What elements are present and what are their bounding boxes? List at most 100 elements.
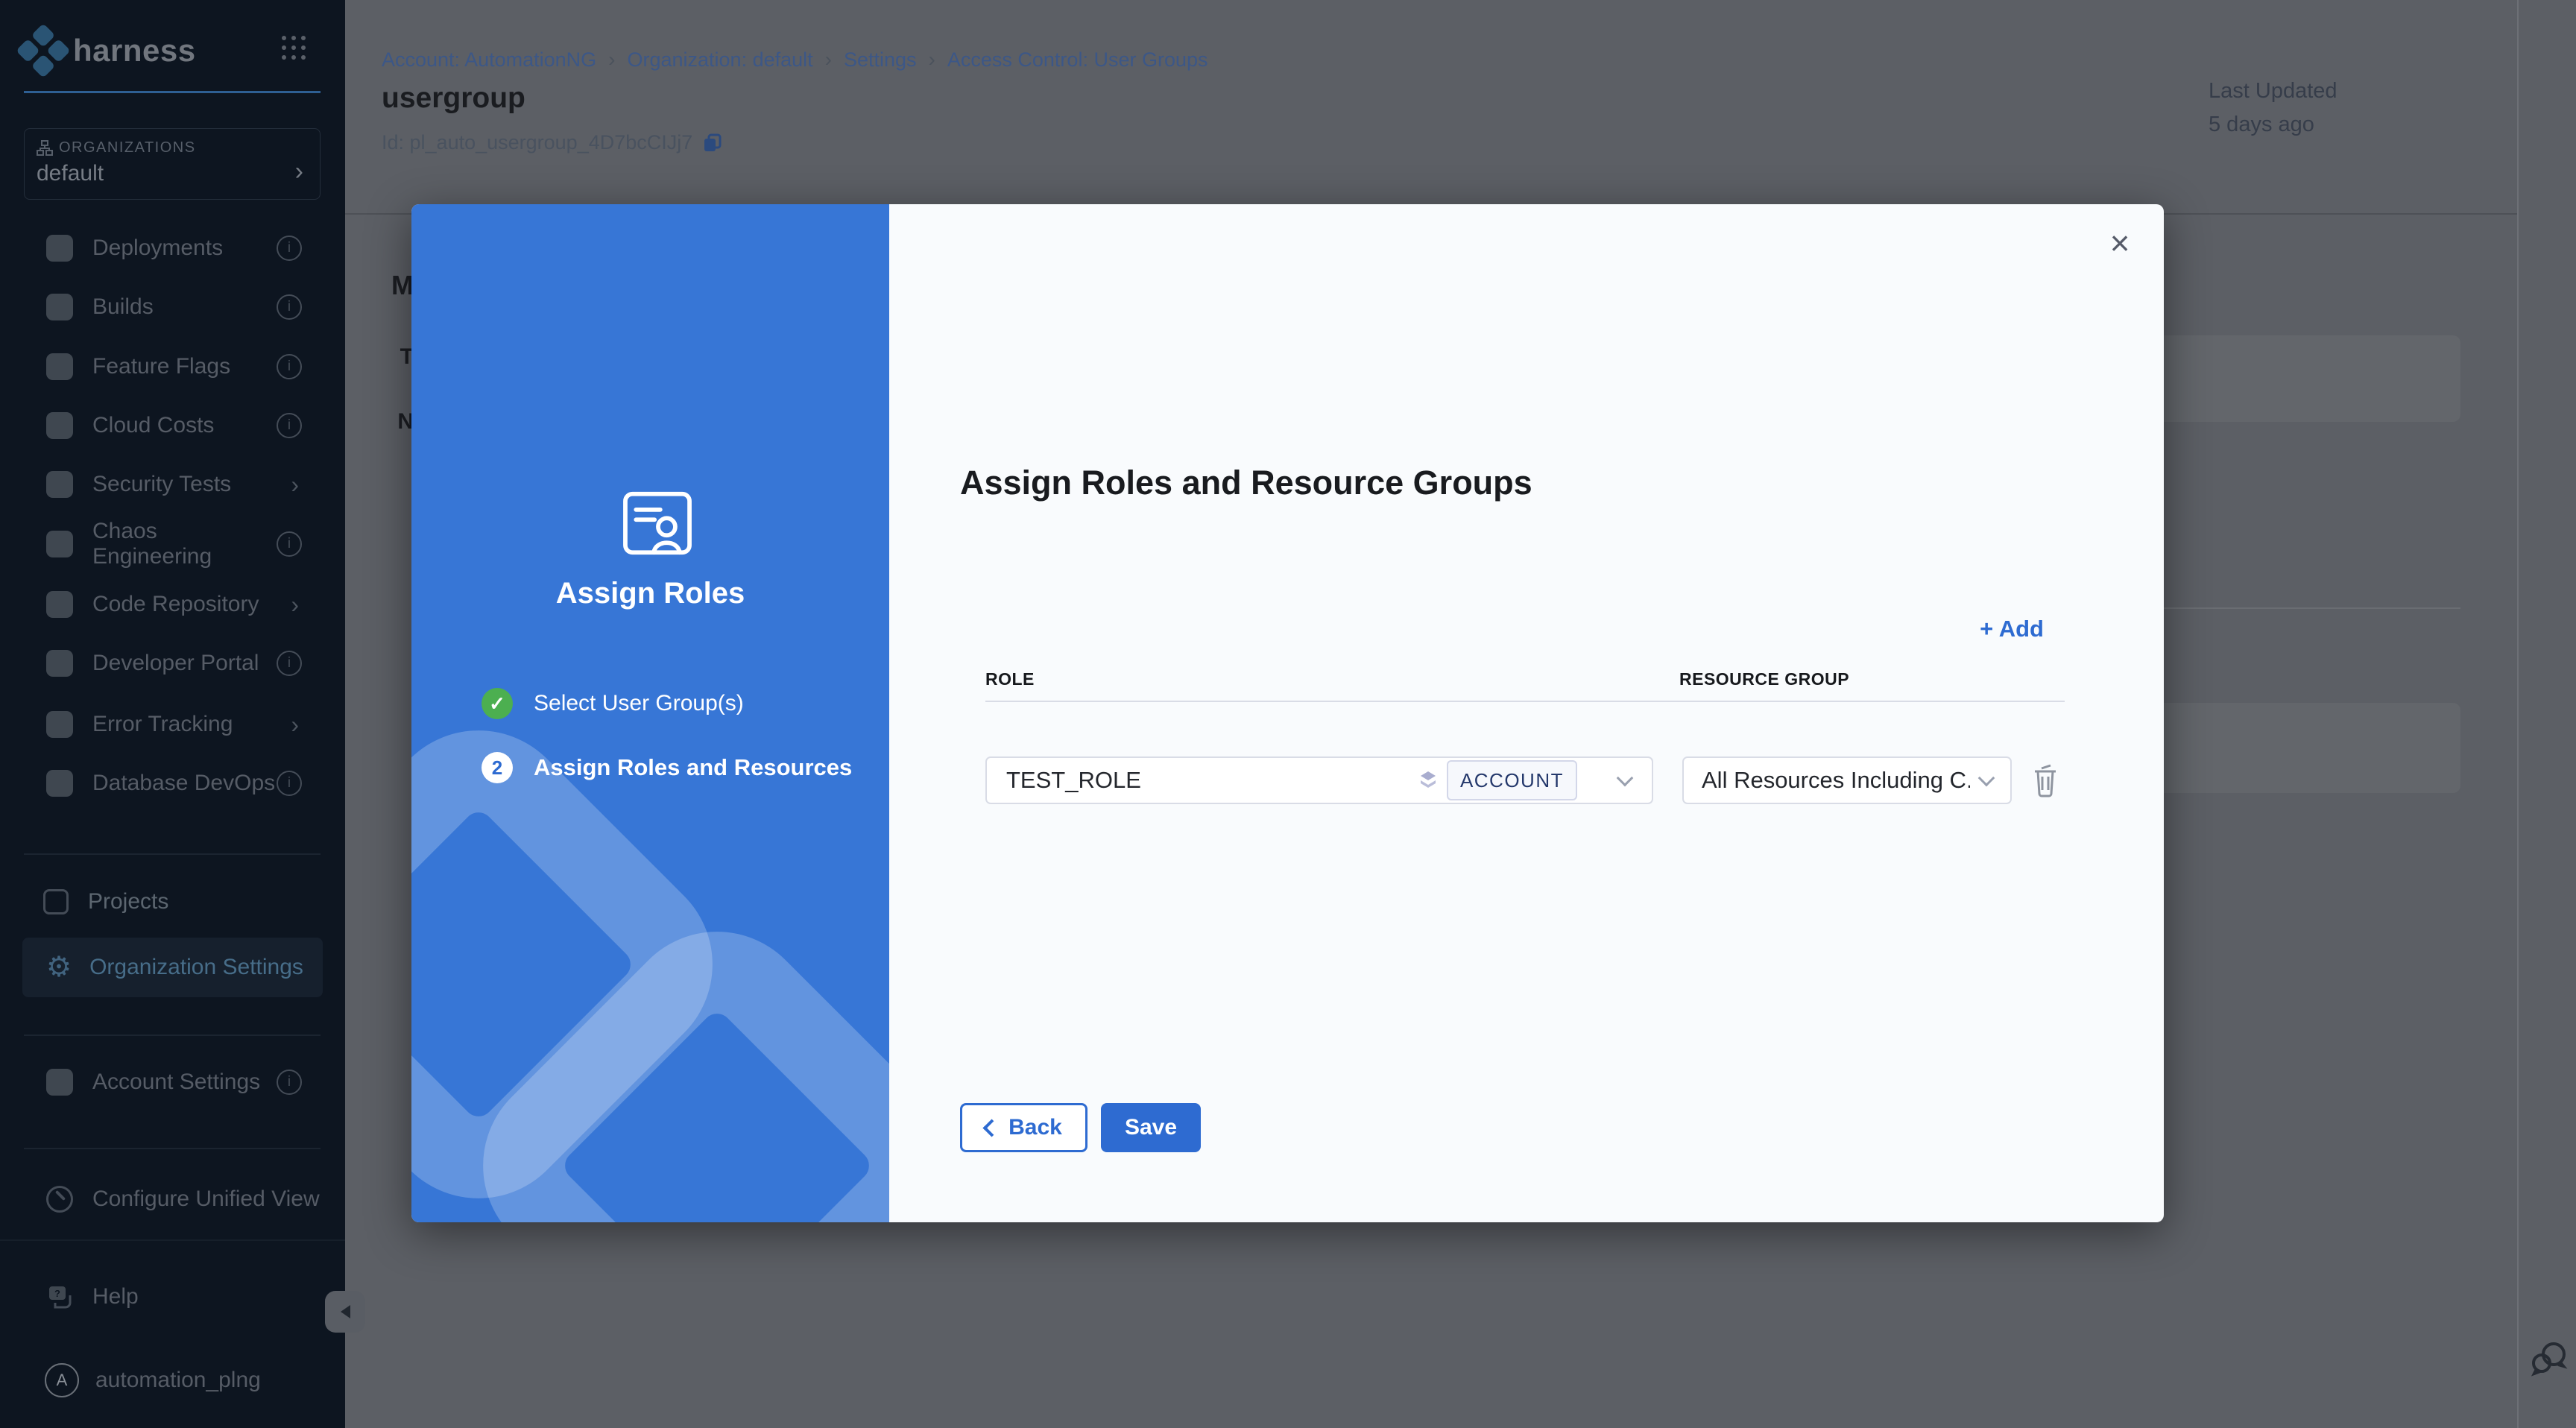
wizard-title: Assign Roles [411, 577, 889, 610]
save-button[interactable]: Save [1101, 1103, 1201, 1152]
cloud-costs-icon [46, 412, 73, 439]
sidebar-item-deployments[interactable]: Deploymentsi [0, 218, 345, 278]
info-icon[interactable]: i [277, 413, 302, 438]
svg-text:?: ? [54, 1288, 60, 1299]
copy-icon[interactable] [701, 132, 724, 154]
org-selector-label: ORGANIZATIONS [59, 139, 196, 157]
info-icon[interactable]: i [277, 651, 302, 676]
wizard-step-1[interactable]: ✓ Select User Group(s) [482, 688, 744, 719]
resource-group-value: All Resources Including C... [1702, 767, 1970, 794]
chevron-down-icon [1978, 770, 1995, 787]
info-icon[interactable]: i [277, 531, 302, 557]
projects-cube-icon [43, 889, 69, 914]
add-button[interactable]: + Add [1932, 616, 2044, 642]
sidebar-user[interactable]: A automation_plng [0, 1350, 345, 1410]
sidebar-item-code-repository[interactable]: Code Repository› [0, 575, 345, 634]
info-icon[interactable]: i [277, 1070, 302, 1095]
logo-underline [24, 91, 321, 93]
org-selector[interactable]: ORGANIZATIONS default › [24, 128, 321, 200]
builds-icon [46, 294, 73, 320]
harness-logo-icon [16, 23, 71, 78]
sidebar-item-account-settings[interactable]: Account Settings i [0, 1052, 345, 1112]
breadcrumb[interactable]: Account: AutomationNG › Organization: defa… [382, 48, 1208, 72]
info-icon[interactable]: i [277, 294, 302, 320]
username-label: automation_plng [95, 1368, 345, 1393]
wizard-panel: Assign Roles ✓ Select User Group(s) 2 As… [411, 204, 889, 1222]
page-id: Id: pl_auto_usergroup_4D7bcCIJj7 [382, 131, 724, 154]
feature-flags-icon [46, 353, 73, 380]
sidebar-item-label: Chaos Engineering [92, 519, 277, 569]
sidebar-item-builds[interactable]: Buildsi [0, 277, 345, 337]
breadcrumb-separator: › [608, 48, 615, 72]
hierarchy-icon [37, 140, 53, 157]
sidebar-collapse-handle[interactable] [325, 1291, 365, 1333]
sidebar-item-help[interactable]: ? Help [0, 1267, 345, 1327]
column-header-resource-group: RESOURCE GROUP [1679, 669, 1849, 689]
breadcrumb-separator: › [825, 48, 832, 72]
deployments-icon [46, 235, 73, 262]
sidebar-item-projects[interactable]: Projects [0, 872, 345, 932]
sidebar-item-error-tracking[interactable]: Error Tracking› [0, 695, 345, 754]
breadcrumb-link[interactable]: Access Control: User Groups [947, 48, 1208, 72]
sidebar-item-label: Projects [88, 889, 345, 914]
sidebar-item-feature-flags[interactable]: Feature Flagsi [0, 337, 345, 397]
sidebar-item-configure-unified-view[interactable]: Configure Unified View [0, 1169, 345, 1229]
sidebar-item-label: Account Settings [92, 1070, 277, 1095]
assign-roles-modal: Assign Roles ✓ Select User Group(s) 2 As… [411, 204, 2164, 1222]
breadcrumb-link[interactable]: Settings [844, 48, 917, 72]
gear-icon: ⚙ [46, 953, 72, 982]
info-icon[interactable]: i [277, 354, 302, 379]
arrow-left-icon [341, 1305, 350, 1318]
sidebar-item-developer-portal[interactable]: Developer Portali [0, 634, 345, 693]
step-number-badge: 2 [482, 752, 513, 783]
column-header-divider [985, 701, 2065, 702]
dimmed-text-fragment: M [375, 270, 414, 301]
app-grid-icon[interactable] [282, 36, 307, 61]
info-icon[interactable]: i [277, 771, 302, 796]
sidebar-item-cloud-costs[interactable]: Cloud Costsi [0, 396, 345, 455]
sidebar-item-chaos-engineering[interactable]: Chaos Engineeringi [0, 514, 345, 574]
dimmed-text-fragment: N [375, 409, 414, 435]
sidebar-item-security-tests[interactable]: Security Tests› [0, 455, 345, 514]
chevron-right-icon: › [295, 157, 303, 186]
last-updated: Last Updated 5 days ago [2209, 75, 2484, 142]
page-title: usergroup [382, 82, 525, 115]
delete-row-icon[interactable] [2029, 762, 2062, 797]
info-icon[interactable]: i [277, 236, 302, 261]
chevron-down-icon [1617, 770, 1634, 787]
assign-roles-icon [622, 490, 693, 556]
account-settings-icon [46, 1069, 73, 1096]
breadcrumb-link[interactable]: Organization: default [627, 48, 812, 72]
breadcrumb-link[interactable]: Account: AutomationNG [382, 48, 596, 72]
wizard-step-2[interactable]: 2 Assign Roles and Resources [482, 752, 852, 783]
code-repository-icon [46, 591, 73, 618]
layers-icon [1417, 769, 1439, 792]
sidebar-item-database-devops[interactable]: Database DevOpsi [0, 754, 345, 813]
sidebar-item-label: Security Tests [92, 472, 291, 497]
avatar: A [45, 1363, 79, 1397]
chevron-right-icon: › [291, 711, 299, 739]
chevron-left-icon [983, 1119, 1001, 1137]
chevron-right-icon: › [291, 591, 299, 619]
role-select[interactable]: TEST_ROLE ACCOUNT [985, 756, 1653, 804]
harness-logo[interactable]: harness [24, 28, 322, 73]
help-chat-icon: ? [46, 1283, 73, 1310]
sidebar-item-label: Code Repository [92, 592, 291, 617]
sidebar-item-label: Deployments [92, 236, 277, 261]
last-updated-value: 5 days ago [2209, 108, 2484, 142]
role-value: TEST_ROLE [1006, 767, 1141, 794]
sidebar-item-label: Cloud Costs [92, 413, 277, 438]
sidebar-item-label: Configure Unified View [92, 1187, 345, 1212]
sidebar-item-organization-settings[interactable]: ⚙ Organization Settings [22, 938, 323, 997]
error-tracking-icon [46, 711, 73, 738]
sidebar-item-label: Builds [92, 294, 277, 320]
chaos-engineering-icon [46, 531, 73, 557]
support-chat-icon[interactable] [2529, 1338, 2569, 1382]
sidebar-item-label: Error Tracking [92, 712, 291, 737]
sidebar-item-label: Organization Settings [89, 955, 303, 980]
close-icon[interactable]: × [2097, 221, 2142, 265]
back-button[interactable]: Back [960, 1103, 1087, 1152]
panel-divider [2517, 0, 2519, 1428]
logo-text: harness [73, 33, 196, 69]
resource-group-select[interactable]: All Resources Including C... [1682, 756, 2012, 804]
